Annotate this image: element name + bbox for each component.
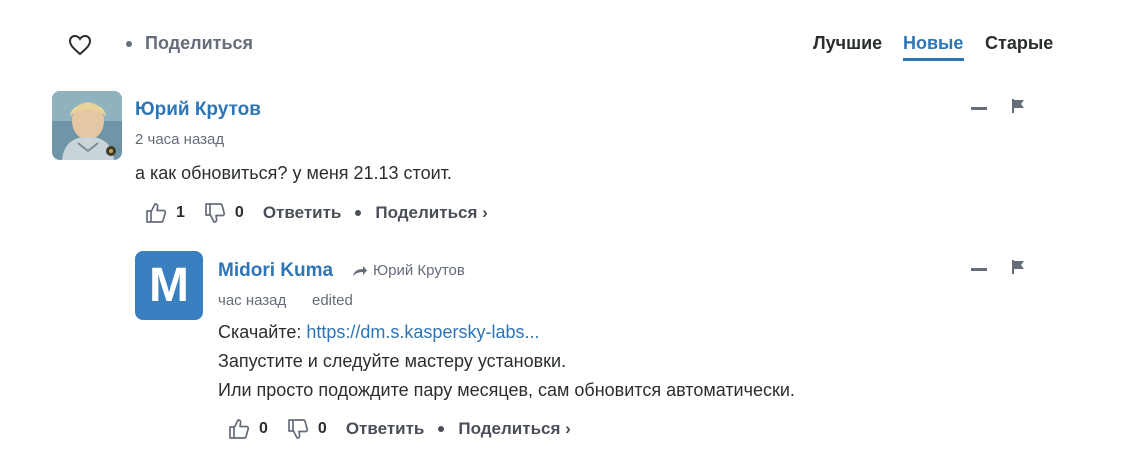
reply-to-link[interactable]: Юрий Крутов [352,262,465,279]
dislike-count: 0 [317,420,327,437]
comment-timestamp[interactable]: 2 часа назад [135,131,224,148]
comment-actions: 1 0 Ответить Поделиться › [145,202,488,224]
like-count: 1 [176,204,185,221]
reply-button[interactable]: Ответить [346,419,425,439]
comment-text-line: Или просто подождите пару месяцев, сам о… [218,380,795,400]
download-link[interactable]: https://dm.s.kaspersky-labs... [306,322,539,342]
comment-actions: 0 0 Ответить Поделиться › [228,418,571,440]
avatar[interactable] [52,91,122,160]
comment-text-line: Скачайте: https://dm.s.kaspersky-labs... [218,318,795,347]
edited-label: edited [312,292,353,309]
reply-to-author: Юрий Крутов [373,262,465,279]
heart-icon[interactable] [68,34,92,56]
comment-text: Скачайте: https://dm.s.kaspersky-labs...… [218,318,795,405]
active-sort-indicator [903,58,964,61]
flag-icon[interactable] [1011,99,1025,113]
comment-text-line: Запустите и следуйте мастеру установки. [218,351,567,371]
flag-icon[interactable] [1011,260,1025,274]
share-discussion-label: Поделиться [145,33,254,53]
sort-tab-old[interactable]: Старые [985,33,1053,54]
comment-text-prefix: Скачайте: [218,322,307,342]
thumbs-down-icon[interactable] [204,202,226,224]
separator-dot [126,40,132,47]
sort-tab-best[interactable]: Лучшие [813,33,882,54]
separator-dot [355,210,362,216]
dislike-count: 0 [234,204,244,221]
collapse-icon[interactable] [971,107,987,110]
sort-tab-new[interactable]: Новые [903,33,963,54]
comment-timestamp[interactable]: час назад [218,292,286,309]
separator-dot [438,426,445,432]
reply-button[interactable]: Ответить [263,203,342,223]
reply-arrow-icon [353,265,367,276]
comment-author[interactable]: Юрий Крутов [135,99,261,121]
share-button[interactable]: Поделиться › [375,203,487,223]
user-photo-icon [52,91,122,160]
comment-author[interactable]: Midori Kuma [218,260,333,282]
share-button[interactable]: Поделиться › [458,419,570,439]
collapse-icon[interactable] [971,268,987,271]
thumbs-up-icon[interactable] [228,418,250,440]
thumbs-up-icon[interactable] [145,202,167,224]
share-discussion-button[interactable]: Поделиться [126,33,253,54]
thumbs-down-icon[interactable] [287,418,309,440]
comments-toolbar: Поделиться Лучшие Новые Старые [0,0,1121,70]
avatar[interactable]: M [135,251,203,320]
comment-text: а как обновиться? у меня 21.13 стоит. [135,163,452,183]
like-count: 0 [259,420,268,437]
